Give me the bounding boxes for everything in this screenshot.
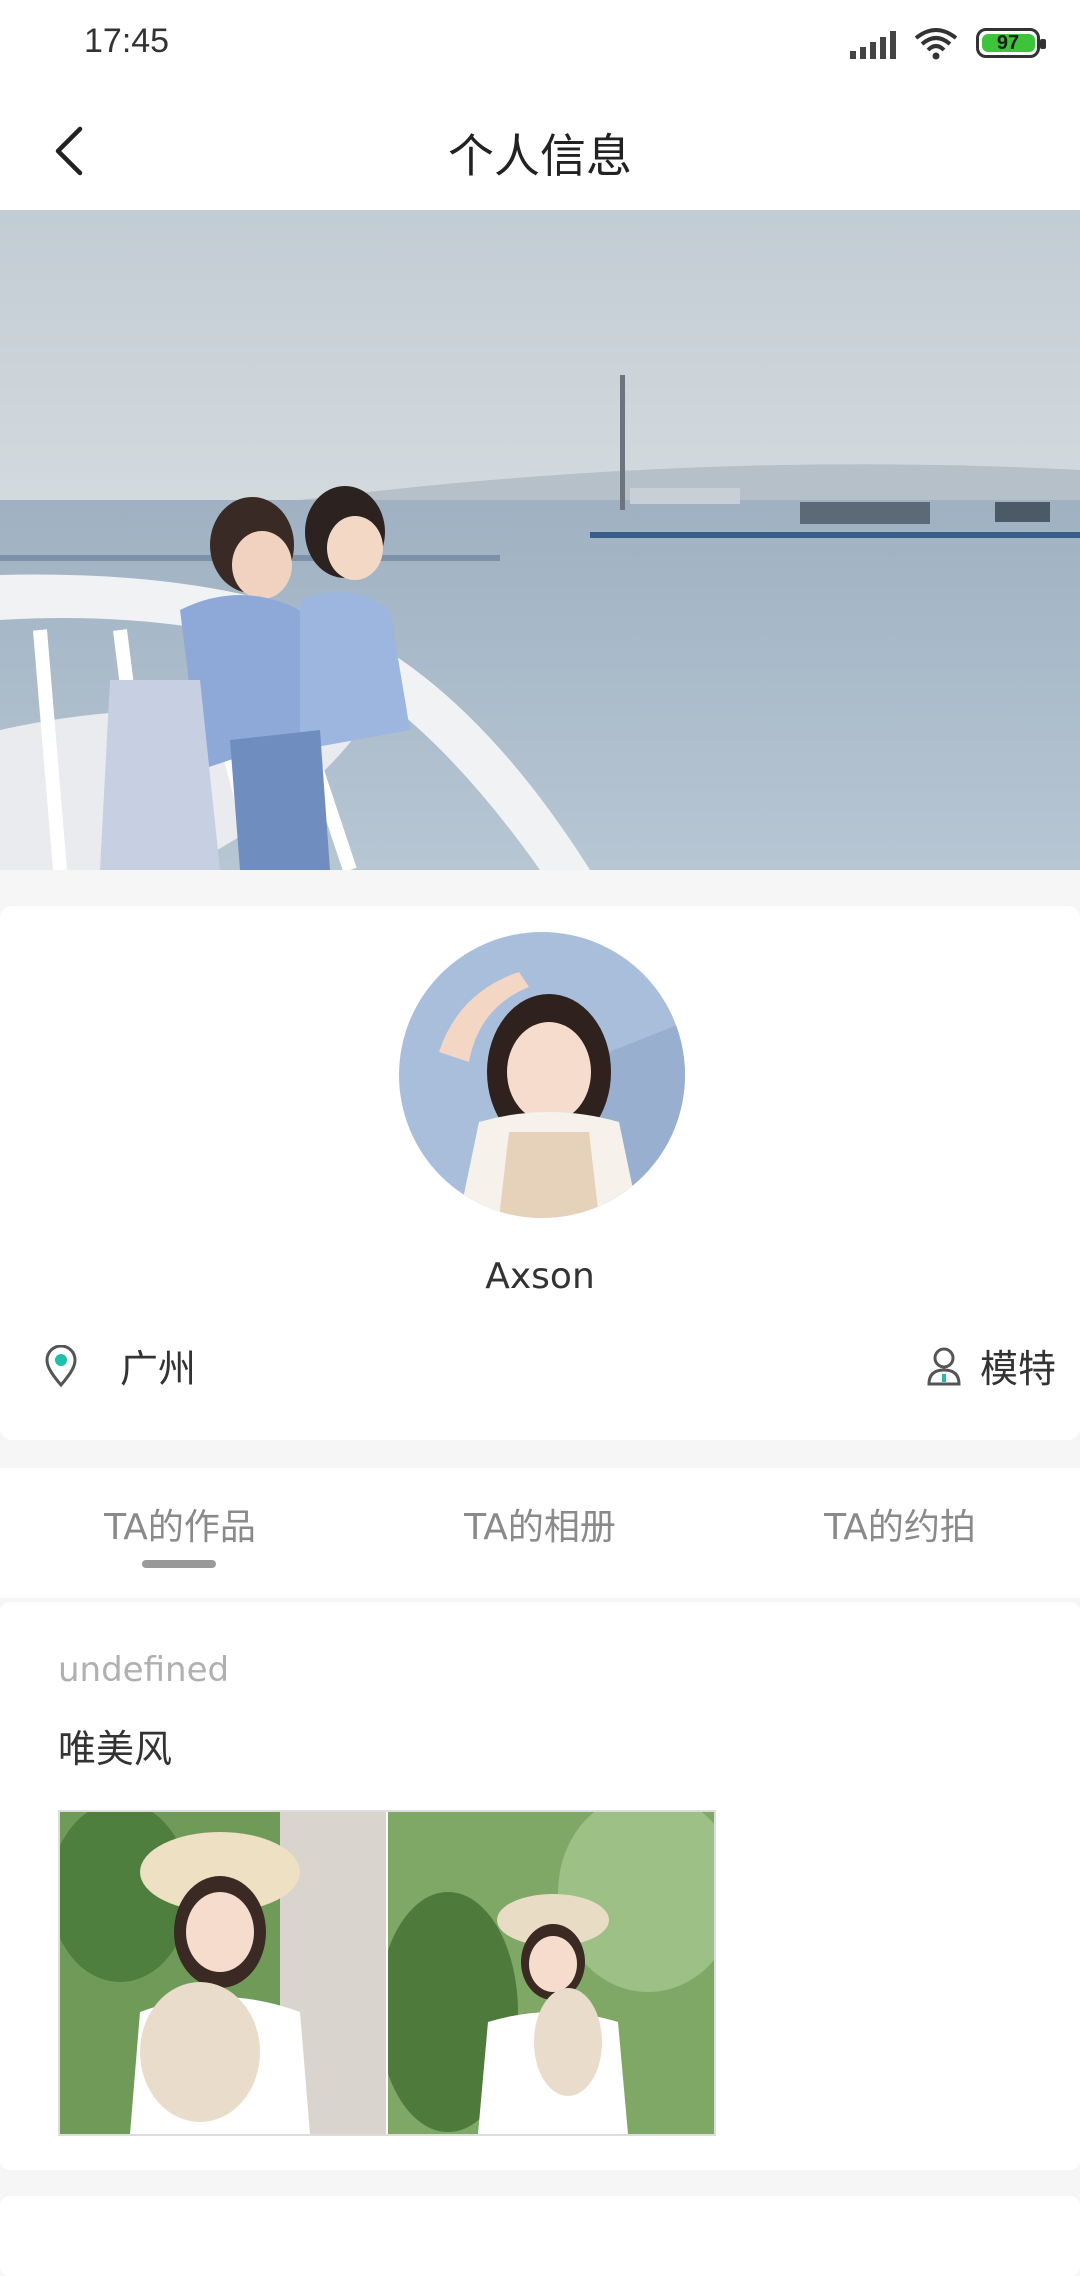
role-text: 模特 — [979, 1347, 1056, 1391]
navigation-bar: 个人信息 — [0, 90, 1080, 210]
album-photos — [58, 1810, 716, 2136]
battery-level: 97 — [996, 31, 1020, 54]
location-text: 广州 — [120, 1347, 197, 1391]
location: 广州 — [44, 1338, 196, 1393]
album-photo[interactable] — [388, 1812, 714, 2134]
page-title: 个人信息 — [448, 129, 632, 183]
user-icon — [927, 1347, 961, 1385]
tab-bar: TA的作品 TA的相册 TA的约拍 — [0, 1468, 1080, 1598]
tab-albums[interactable]: TA的相册 — [360, 1498, 720, 1550]
battery-icon: 97 — [976, 28, 1046, 58]
map-pin-icon — [45, 1344, 77, 1387]
tab-indicator — [142, 1560, 216, 1568]
username: Axson — [485, 1256, 595, 1297]
avatar[interactable] — [399, 932, 685, 1218]
status-icons: 97 — [850, 26, 1046, 60]
album-title: 唯美风 — [58, 1727, 173, 1771]
wifi-icon — [914, 26, 958, 60]
status-bar: 17:45 97 — [0, 0, 1080, 90]
tab-bookings[interactable]: TA的约拍 — [720, 1498, 1080, 1550]
album-card[interactable]: undefined 唯美风 — [0, 1602, 1080, 2170]
album-photo[interactable] — [60, 1812, 386, 2134]
cover-photo — [0, 210, 1080, 870]
album-card[interactable] — [0, 2196, 1080, 2276]
signal-icon — [850, 27, 896, 59]
status-time: 17:45 — [84, 22, 170, 60]
album-date: undefined — [58, 1650, 230, 1690]
profile-card: Axson 广州 模特 — [0, 906, 1080, 1440]
role: 模特 — [926, 1338, 1056, 1393]
tab-works[interactable]: TA的作品 — [0, 1498, 360, 1550]
